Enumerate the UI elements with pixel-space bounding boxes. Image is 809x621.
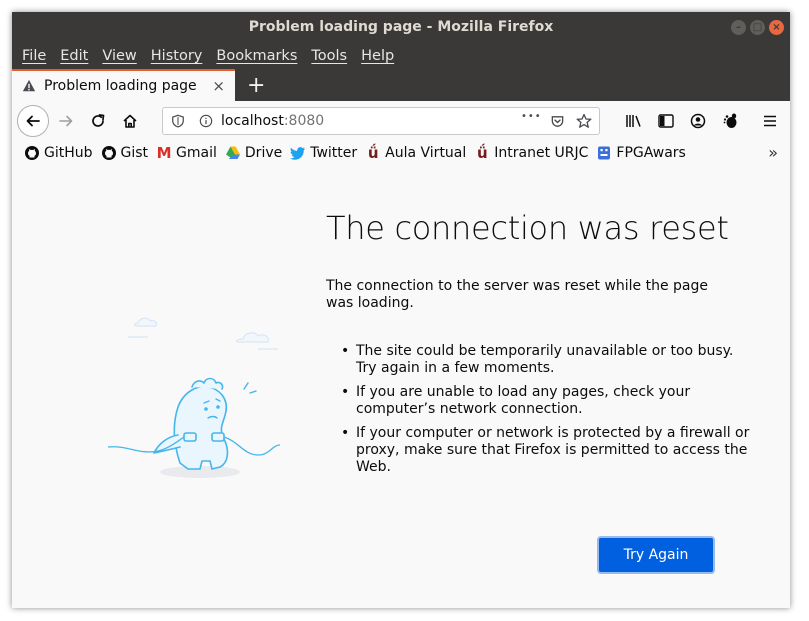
url-host: localhost bbox=[221, 113, 284, 129]
tab-problem-loading[interactable]: Problem loading page × bbox=[12, 69, 235, 101]
bookmark-drive[interactable]: Drive bbox=[225, 145, 282, 161]
reload-icon bbox=[92, 114, 105, 127]
github-icon bbox=[25, 146, 39, 160]
reload-button[interactable] bbox=[86, 101, 110, 141]
bookmark-twitter[interactable]: Twitter bbox=[290, 145, 357, 161]
sidebar-button[interactable] bbox=[656, 101, 676, 141]
sidebar-icon bbox=[658, 114, 674, 128]
drive-icon bbox=[225, 146, 240, 159]
bookmark-label: Gist bbox=[120, 145, 149, 161]
page-actions-icon[interactable]: ••• bbox=[521, 111, 542, 122]
url-bar[interactable]: localhost:8080 ••• bbox=[162, 107, 600, 135]
home-icon bbox=[123, 114, 137, 128]
hamburger-menu-button[interactable] bbox=[760, 101, 780, 141]
tracking-shield-icon[interactable] bbox=[171, 114, 185, 128]
forward-button[interactable] bbox=[54, 101, 78, 141]
info-icon[interactable] bbox=[199, 114, 213, 128]
pocket-icon[interactable] bbox=[550, 114, 565, 129]
warning-icon bbox=[22, 79, 36, 92]
library-button[interactable] bbox=[624, 101, 644, 141]
bookmarks-overflow-chevron-icon[interactable]: » bbox=[768, 141, 778, 165]
account-button[interactable] bbox=[688, 101, 708, 141]
close-window-button[interactable]: × bbox=[769, 20, 784, 35]
suggestion-item: If your computer or network is protected… bbox=[341, 425, 756, 476]
menu-view[interactable]: View bbox=[102, 48, 136, 64]
bookmark-star-icon[interactable] bbox=[576, 113, 592, 129]
suggestion-item: If you are unable to load any pages, che… bbox=[341, 384, 756, 418]
bookmark-label: GitHub bbox=[44, 145, 93, 161]
menu-history[interactable]: History bbox=[151, 48, 203, 64]
bookmark-gmail[interactable]: M Gmail bbox=[156, 144, 217, 162]
bookmark-gist[interactable]: Gist bbox=[101, 145, 149, 161]
window-title: Problem loading page - Mozilla Firefox bbox=[248, 19, 554, 35]
try-again-button[interactable]: Try Again bbox=[599, 538, 713, 572]
error-page: The connection was reset The connection … bbox=[12, 165, 790, 608]
bookmark-label: Twitter bbox=[310, 145, 358, 161]
bookmark-label: FPGAwars bbox=[616, 145, 686, 161]
bookmark-label: Aula Virtual bbox=[385, 145, 467, 161]
bookmark-fpgawars[interactable]: FPGAwars bbox=[596, 145, 686, 161]
gmail-icon: M bbox=[156, 144, 172, 162]
tab-strip: Problem loading page × + bbox=[12, 69, 790, 101]
menu-bar: File Edit View History Bookmarks Tools H… bbox=[12, 43, 790, 69]
menu-file[interactable]: File bbox=[22, 48, 46, 64]
dinosaur-illustration bbox=[108, 317, 281, 478]
url-text[interactable]: localhost:8080 bbox=[221, 108, 324, 134]
url-port: :8080 bbox=[283, 113, 325, 129]
bookmark-label: Intranet URJC bbox=[494, 145, 589, 161]
error-suggestions: The site could be temporarily unavailabl… bbox=[326, 343, 756, 483]
bookmark-label: Gmail bbox=[176, 145, 217, 161]
nav-bar: localhost:8080 ••• bbox=[12, 101, 790, 141]
extension-button[interactable] bbox=[720, 101, 740, 141]
account-icon bbox=[690, 113, 706, 129]
bookmark-aula-virtual[interactable]: ǘ Aula Virtual bbox=[365, 144, 467, 162]
home-button[interactable] bbox=[118, 101, 142, 141]
menu-help[interactable]: Help bbox=[361, 48, 394, 64]
bookmark-github[interactable]: GitHub bbox=[24, 145, 93, 161]
back-arrow-icon bbox=[26, 115, 40, 127]
urjc-icon: ǘ bbox=[367, 144, 379, 162]
github-icon bbox=[101, 146, 116, 160]
tab-label: Problem loading page bbox=[44, 78, 197, 94]
new-tab-button[interactable]: + bbox=[247, 71, 265, 101]
bookmark-label: Drive bbox=[244, 145, 283, 161]
twitter-icon bbox=[290, 147, 306, 160]
library-icon bbox=[626, 115, 641, 127]
back-button[interactable] bbox=[16, 101, 50, 141]
fpgawars-icon bbox=[598, 146, 611, 160]
forward-arrow-icon bbox=[59, 115, 73, 127]
menu-tools[interactable]: Tools bbox=[311, 48, 347, 64]
maximize-button[interactable]: □ bbox=[750, 20, 765, 35]
suggestion-item: The site could be temporarily unavailabl… bbox=[341, 343, 756, 377]
hamburger-icon bbox=[764, 115, 776, 127]
bookmarks-toolbar: GitHub Gist M Gmail Drive Twitter ǘ Aula… bbox=[12, 141, 790, 166]
error-title: The connection was reset bbox=[326, 209, 729, 247]
bookmark-intranet-urjc[interactable]: ǘ Intranet URJC bbox=[474, 144, 589, 162]
menu-bookmarks[interactable]: Bookmarks bbox=[216, 48, 297, 64]
firefox-window: Problem loading page - Mozilla Firefox –… bbox=[12, 12, 790, 608]
gnome-extension-icon bbox=[723, 113, 737, 128]
minimize-button[interactable]: – bbox=[731, 20, 746, 35]
menu-edit[interactable]: Edit bbox=[60, 48, 88, 64]
tab-close-icon[interactable]: × bbox=[212, 77, 225, 95]
urjc-icon: ǘ bbox=[476, 144, 488, 162]
error-description: The connection to the server was reset w… bbox=[326, 278, 709, 311]
title-bar: Problem loading page - Mozilla Firefox –… bbox=[12, 12, 790, 43]
